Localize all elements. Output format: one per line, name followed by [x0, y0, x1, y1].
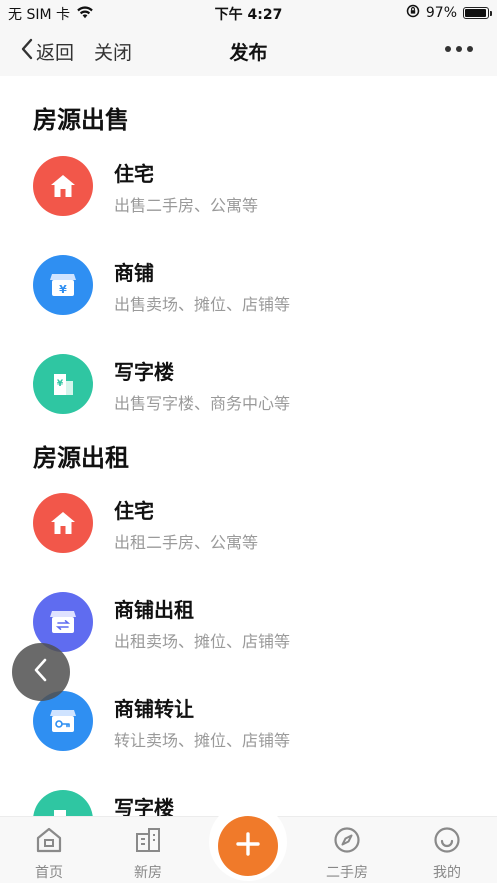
item-subtitle: 转让卖场、摊位、店铺等	[114, 731, 291, 750]
tab-label: 新房	[134, 865, 162, 881]
list-item-sale-shop[interactable]: ¥ 商铺 出售卖场、摊位、店铺等	[0, 255, 497, 345]
orientation-lock-icon	[406, 4, 420, 22]
house-icon	[33, 156, 93, 216]
battery-percent: 97%	[425, 5, 457, 21]
item-subtitle: 出售二手房、公寓等	[114, 196, 259, 215]
item-title: 商铺出租	[114, 598, 194, 622]
tab-second-hand[interactable]: 二手房	[307, 825, 387, 882]
chevron-left-icon	[32, 657, 50, 687]
list-item-sale-office[interactable]: ¥ 写字楼 出售写字楼、商务中心等	[0, 354, 497, 444]
section-title-sale: 房源出售	[33, 106, 129, 134]
item-title: 商铺转让	[114, 697, 194, 721]
office-building-icon: ¥	[33, 354, 93, 414]
home-tab-icon	[9, 825, 89, 859]
item-subtitle: 出售卖场、摊位、店铺等	[114, 295, 291, 314]
svg-text:¥: ¥	[59, 283, 67, 296]
house-icon	[33, 493, 93, 553]
office-building-icon	[33, 790, 93, 816]
item-subtitle: 出租二手房、公寓等	[114, 533, 259, 552]
building-tab-icon	[108, 825, 188, 859]
publish-screen: 无 SIM 卡 下午 4:27 97% 返回 关闭 发布 房源出售 住宅 出售二…	[0, 0, 497, 883]
publish-fab-button[interactable]	[218, 816, 278, 876]
tab-mine[interactable]: 我的	[407, 825, 487, 882]
list-item-rent-residential[interactable]: 住宅 出租二手房、公寓等	[0, 493, 497, 583]
list-item-rent-shop[interactable]: 商铺出租 出租卖场、摊位、店铺等	[0, 592, 497, 682]
list-item-transfer-shop[interactable]: 商铺转让 转让卖场、摊位、店铺等	[0, 691, 497, 781]
battery-fill	[465, 9, 487, 17]
section-title-rent: 房源出租	[33, 444, 129, 472]
battery-icon	[463, 7, 492, 19]
nav-bar: 返回 关闭 发布	[0, 26, 497, 76]
svg-text:¥: ¥	[57, 379, 64, 389]
smile-tab-icon	[407, 825, 487, 859]
item-title: 住宅	[114, 162, 154, 186]
publish-content: 房源出售 住宅 出售二手房、公寓等 ¥ 商铺 出售卖场、摊位、店铺等 ¥ 写字楼…	[0, 76, 497, 816]
tab-label: 二手房	[326, 865, 368, 881]
status-right: 97%	[406, 4, 492, 22]
item-subtitle: 出租卖场、摊位、店铺等	[114, 632, 291, 651]
floating-back-button[interactable]	[12, 643, 70, 701]
item-title: 写字楼	[114, 796, 174, 816]
plus-icon	[234, 830, 262, 862]
status-bar: 无 SIM 卡 下午 4:27 97%	[0, 0, 497, 26]
tab-new-house[interactable]: 新房	[108, 825, 188, 882]
compass-tab-icon	[307, 825, 387, 859]
more-options-icon[interactable]	[445, 46, 473, 52]
shop-yen-icon: ¥	[33, 255, 93, 315]
tab-label: 首页	[35, 865, 63, 881]
page-title: 发布	[229, 42, 268, 64]
tab-label: 我的	[433, 865, 461, 881]
item-title: 商铺	[114, 261, 154, 285]
tab-home[interactable]: 首页	[9, 825, 89, 882]
item-subtitle: 出售写字楼、商务中心等	[114, 394, 291, 413]
list-item-sale-residential[interactable]: 住宅 出售二手房、公寓等	[0, 156, 497, 246]
item-title: 写字楼	[114, 360, 174, 384]
item-title: 住宅	[114, 499, 154, 523]
